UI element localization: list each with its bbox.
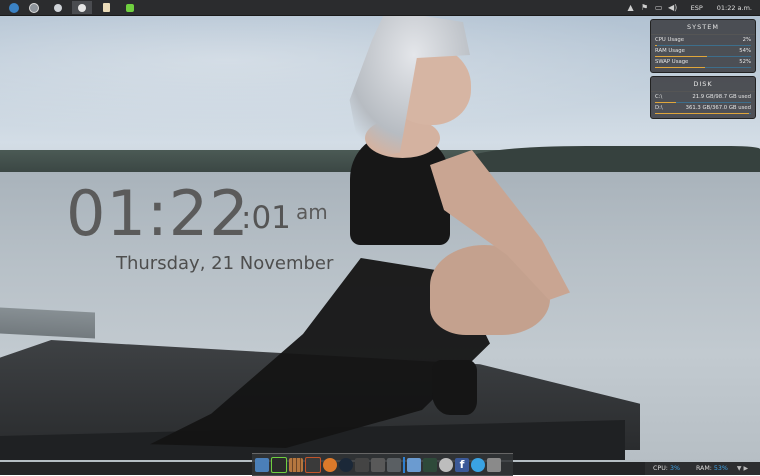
taskbar-app-6[interactable] xyxy=(120,1,140,14)
taskbar-app-3[interactable] xyxy=(48,1,68,14)
disk-c-row: C:\ 21.9 GB/98.7 GB used xyxy=(655,92,751,103)
desktop-clock: 01:22 :01 am Thursday, 21 November xyxy=(66,177,333,275)
ram-usage-label: RAM Usage xyxy=(655,48,685,54)
flag-icon[interactable]: ⚑ xyxy=(639,3,651,12)
taskbar-app-2[interactable] xyxy=(24,1,44,14)
ram-usage-row: RAM Usage 54% xyxy=(655,46,751,57)
network-icon[interactable]: ▭ xyxy=(653,3,665,12)
app-icon xyxy=(29,2,39,13)
chevron-up-icon[interactable]: ▲ xyxy=(625,3,637,12)
swap-usage-row: SWAP Usage 52% xyxy=(655,57,751,68)
tools-icon[interactable] xyxy=(371,458,385,472)
clock-hours-minutes: 01:22 xyxy=(66,177,250,250)
steam-icon[interactable] xyxy=(339,458,353,472)
ram-usage-value: 54% xyxy=(739,48,751,54)
network-dock-icon[interactable] xyxy=(487,458,501,472)
chat-icon[interactable] xyxy=(471,458,485,472)
facebook-icon[interactable]: f xyxy=(455,458,469,472)
media-icon[interactable] xyxy=(305,457,321,473)
language-indicator[interactable]: ESP xyxy=(691,4,703,12)
pier xyxy=(0,307,95,339)
cpu-status-value: 3% xyxy=(669,465,680,472)
disk-widget-title: DISK xyxy=(651,77,755,92)
system-widget: SYSTEM CPU Usage 2% RAM Usage 54% SWAP U… xyxy=(650,19,756,73)
clock-date: Thursday, 21 November xyxy=(116,253,334,274)
clover-icon xyxy=(126,3,134,12)
download-icon xyxy=(54,3,62,12)
resource-status: CPU: 3% RAM: 53% ▼ ▶ xyxy=(645,462,760,475)
dock: f xyxy=(252,453,513,476)
clock-seconds: :01 xyxy=(241,200,291,236)
dock-separator xyxy=(403,457,405,473)
film-icon[interactable] xyxy=(355,458,369,472)
cpu-usage-label: CPU Usage xyxy=(655,37,684,43)
settings-icon xyxy=(78,3,86,12)
disk-c-label: C:\ xyxy=(655,94,663,100)
swap-usage-bar xyxy=(655,67,705,68)
swap-usage-label: SWAP Usage xyxy=(655,59,689,65)
disk-d-bar xyxy=(655,113,750,114)
clock-ampm: am xyxy=(296,200,328,224)
window-icon[interactable] xyxy=(407,458,421,472)
taskbar-clock[interactable]: 01:22 a.m. xyxy=(717,4,752,12)
disk-d-row: D:\ 361.3 GB/367.0 GB used xyxy=(655,103,751,114)
disc-icon[interactable] xyxy=(323,458,337,472)
swap-usage-value: 52% xyxy=(739,59,751,65)
chrome-icon xyxy=(9,2,19,13)
ram-status-label: RAM: xyxy=(695,465,712,472)
disk-d-label: D:\ xyxy=(655,105,663,111)
disk-c-value: 21.9 GB/98.7 GB used xyxy=(692,94,751,100)
notepad-icon xyxy=(102,3,110,12)
display-icon[interactable] xyxy=(271,457,287,473)
taskbar-app-4[interactable] xyxy=(72,1,92,14)
disk-widget: DISK C:\ 21.9 GB/98.7 GB used D:\ 361.3 … xyxy=(650,76,756,119)
ram-status-value: 53% xyxy=(713,465,728,472)
cpu-usage-value: 2% xyxy=(742,37,751,43)
monitor-icon[interactable] xyxy=(255,458,269,472)
cloud-icon[interactable] xyxy=(439,458,453,472)
cpu-status-label: CPU: xyxy=(653,465,668,472)
taskbar-app-5[interactable] xyxy=(96,1,116,14)
figure-boots xyxy=(432,360,477,415)
expand-arrows-icon[interactable]: ▼ ▶ xyxy=(737,465,748,472)
system-tray: ▲ ⚑ ▭ ◀) ESP 01:22 a.m. xyxy=(625,0,760,15)
grid-icon[interactable] xyxy=(387,458,401,472)
taskbar-app-1[interactable] xyxy=(4,1,24,14)
top-taskbar: ▲ ⚑ ▭ ◀) ESP 01:22 a.m. xyxy=(0,0,760,16)
activity-icon[interactable] xyxy=(423,458,437,472)
disk-d-value: 361.3 GB/367.0 GB used xyxy=(685,105,751,111)
books-icon[interactable] xyxy=(289,458,303,472)
cpu-usage-row: CPU Usage 2% xyxy=(655,35,751,46)
system-widget-title: SYSTEM xyxy=(651,20,755,35)
volume-icon[interactable]: ◀) xyxy=(667,3,679,12)
